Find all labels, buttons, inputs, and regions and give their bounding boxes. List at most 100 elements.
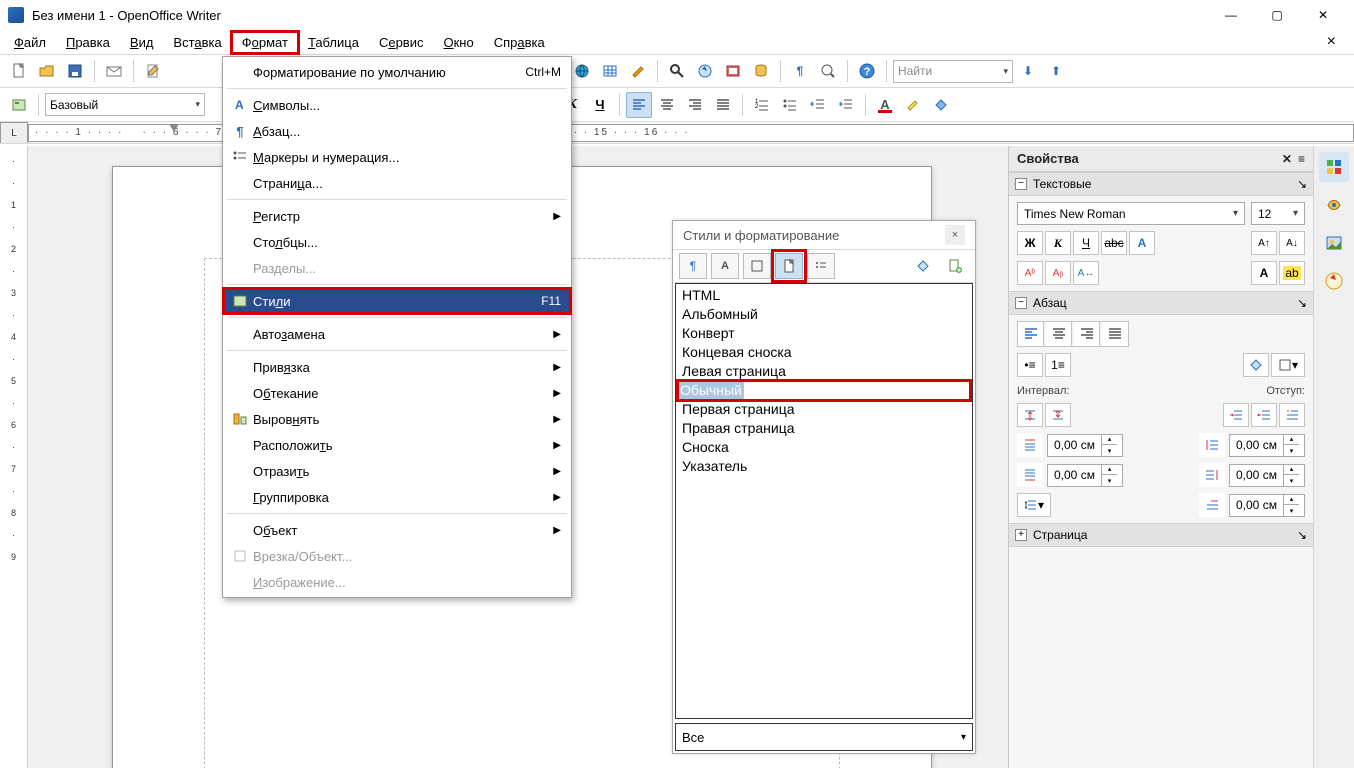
dd-case[interactable]: Регистр ▶: [223, 203, 571, 229]
decrease-indent-button[interactable]: [805, 92, 831, 118]
style-item[interactable]: HTML: [680, 286, 968, 305]
inc-spacing-button[interactable]: [1017, 403, 1043, 427]
menu-insert[interactable]: Вставка: [163, 32, 231, 53]
dd-characters[interactable]: A Символы...: [223, 92, 571, 118]
para-align-justify[interactable]: [1102, 322, 1128, 346]
tab-styles[interactable]: [1319, 190, 1349, 220]
dd-group[interactable]: Группировка ▶: [223, 484, 571, 510]
new-button[interactable]: [6, 58, 32, 84]
find-button[interactable]: [664, 58, 690, 84]
number-list-button[interactable]: 12: [749, 92, 775, 118]
open-button[interactable]: [34, 58, 60, 84]
paragraph-style-combo[interactable]: Базовый▾: [45, 93, 205, 116]
menu-help[interactable]: Справка: [484, 32, 555, 53]
menu-edit[interactable]: Правка: [56, 32, 120, 53]
highlight-side-button[interactable]: ab: [1279, 261, 1305, 285]
navigator-button[interactable]: [692, 58, 718, 84]
dd-wrap[interactable]: Обтекание ▶: [223, 380, 571, 406]
underline-button-side[interactable]: Ч: [1073, 231, 1099, 255]
dd-align[interactable]: Выровнять ▶: [223, 406, 571, 432]
show-draw-button[interactable]: [625, 58, 651, 84]
horizontal-ruler[interactable]: L · · · · 1 · · · · · · · 6 · · · 7 · · …: [0, 122, 1354, 144]
menu-format[interactable]: Формат: [232, 32, 298, 53]
tab-navigator[interactable]: [1319, 266, 1349, 296]
help-button[interactable]: ?: [854, 58, 880, 84]
char-styles-button[interactable]: А: [711, 253, 739, 279]
para-align-right[interactable]: [1074, 322, 1100, 346]
fontcolor-side-button[interactable]: A: [1251, 261, 1277, 285]
email-button[interactable]: [101, 58, 127, 84]
increase-indent-button[interactable]: [833, 92, 859, 118]
style-item[interactable]: Альбомный: [680, 305, 968, 324]
page-styles-button[interactable]: [775, 253, 803, 279]
super-button[interactable]: Aᵇ: [1017, 261, 1043, 285]
minimize-button[interactable]: —: [1208, 0, 1254, 30]
menu-tools[interactable]: Сервис: [369, 32, 434, 53]
vertical-ruler[interactable]: ··1·2·3·4·5·6·7·8·9: [0, 146, 28, 768]
dec-spacing-button[interactable]: [1045, 403, 1071, 427]
underline-button[interactable]: Ч: [587, 92, 613, 118]
dd-flip[interactable]: Отразить ▶: [223, 458, 571, 484]
dd-bullets[interactable]: Маркеры и нумерация...: [223, 144, 571, 170]
gallery-button[interactable]: [720, 58, 746, 84]
style-item[interactable]: Указатель: [680, 457, 968, 476]
frame-styles-button[interactable]: [743, 253, 771, 279]
dd-autocorrect[interactable]: Автозамена ▶: [223, 321, 571, 347]
dd-styles[interactable]: Стили F11: [223, 288, 571, 314]
firstline-indent-side[interactable]: [1279, 403, 1305, 427]
section-text-head[interactable]: − Текстовые ↘: [1009, 172, 1313, 196]
menu-table[interactable]: Таблица: [298, 32, 369, 53]
style-item[interactable]: Левая страница: [680, 362, 968, 381]
find-prev-button[interactable]: ⬆: [1043, 58, 1069, 84]
style-item[interactable]: Концевая сноска: [680, 343, 968, 362]
bullet-list-button[interactable]: [777, 92, 803, 118]
expand-icon[interactable]: −: [1015, 178, 1027, 190]
table-button[interactable]: [597, 58, 623, 84]
datasources-button[interactable]: [748, 58, 774, 84]
sidebar-close-icon[interactable]: ✕: [1282, 152, 1292, 166]
expand-icon[interactable]: +: [1015, 529, 1027, 541]
menu-view[interactable]: Вид: [120, 32, 164, 53]
dd-object[interactable]: Объект ▶: [223, 517, 571, 543]
firstline-spin[interactable]: 0,00 см▴▾: [1229, 494, 1305, 517]
shrink-font-button[interactable]: A↓: [1279, 231, 1305, 255]
strike-button[interactable]: abc: [1101, 231, 1127, 255]
align-center-button[interactable]: [654, 92, 680, 118]
styles-panel-close[interactable]: ×: [945, 225, 965, 245]
dec-indent-side[interactable]: [1251, 403, 1277, 427]
bold-button[interactable]: Ж: [1017, 231, 1043, 255]
expand-icon[interactable]: −: [1015, 297, 1027, 309]
fill-mode-button[interactable]: [909, 253, 937, 279]
style-item[interactable]: Сноска: [680, 438, 968, 457]
sidebar-menu-icon[interactable]: ≡: [1298, 152, 1305, 166]
align-left-button[interactable]: [626, 92, 652, 118]
space-below-spin[interactable]: 0,00 см▴▾: [1047, 464, 1123, 487]
align-right-button[interactable]: [682, 92, 708, 118]
style-item-selected[interactable]: Обычный: [678, 381, 744, 400]
close-button[interactable]: ✕: [1300, 0, 1346, 30]
section-para-head[interactable]: − Абзац ↘: [1009, 291, 1313, 315]
find-next-button[interactable]: ⬇: [1015, 58, 1041, 84]
style-item[interactable]: Правая страница: [680, 419, 968, 438]
font-name-combo[interactable]: Times New Roman▾: [1017, 202, 1245, 225]
shadow-button[interactable]: A: [1129, 231, 1155, 255]
inc-indent-side[interactable]: [1223, 403, 1249, 427]
save-button[interactable]: [62, 58, 88, 84]
font-color-button[interactable]: А: [872, 92, 898, 118]
number-side-button[interactable]: 1≡: [1045, 353, 1071, 377]
edit-button[interactable]: [140, 58, 166, 84]
section-more-icon[interactable]: ↘: [1297, 296, 1307, 310]
para-align-center[interactable]: [1046, 322, 1072, 346]
highlight-button[interactable]: [900, 92, 926, 118]
styles-filter-combo[interactable]: Все▾: [675, 723, 973, 751]
style-item[interactable]: Первая страница: [680, 400, 968, 419]
spacing-button[interactable]: A↔: [1073, 261, 1099, 285]
tab-properties[interactable]: [1319, 152, 1349, 182]
zoom-button[interactable]: [815, 58, 841, 84]
sub-button[interactable]: Aᵦ: [1045, 261, 1071, 285]
styles-window-button[interactable]: [6, 92, 32, 118]
section-more-icon[interactable]: ↘: [1297, 528, 1307, 542]
maximize-button[interactable]: ▢: [1254, 0, 1300, 30]
para-styles-button[interactable]: ¶: [679, 253, 707, 279]
style-item[interactable]: Конверт: [680, 324, 968, 343]
